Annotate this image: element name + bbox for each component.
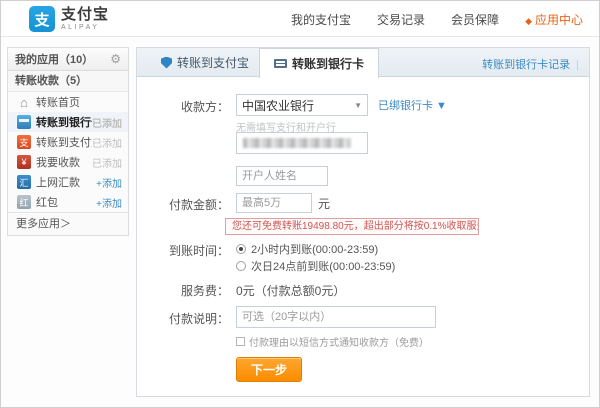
fee-notice: 您还可免费转账19498.80元，超出部分将按0.1%收取服务费，最低为1元。 — [225, 218, 479, 235]
sidebar: 我的应用（10） ⚙ 转账收款（5） ⌂ 转账首页 转账到银行卡 已添加 支 转… — [7, 47, 129, 236]
tab-transfer-to-bank-card[interactable]: 转账到银行卡 — [259, 48, 379, 78]
red-packet-icon: 红 — [17, 195, 31, 209]
tab-bar: 转账到支付宝 转账到银行卡 转账到银行卡记录| — [137, 48, 589, 77]
sidebar-section-title: 转账收款（5） — [8, 71, 128, 92]
sms-notify-checkbox[interactable]: 付款理由以短信方式通知收款方（免费） — [236, 334, 581, 349]
alipay-transfer-icon: 支 — [17, 135, 31, 149]
diamond-icon: ◆ — [525, 16, 532, 26]
nav-my-alipay[interactable]: 我的支付宝 — [291, 11, 351, 28]
home-icon: ⌂ — [17, 95, 31, 109]
nav-transaction-records[interactable]: 交易记录 — [377, 11, 425, 28]
gear-icon[interactable]: ⚙ — [110, 52, 121, 66]
card-icon — [274, 59, 287, 68]
amount-input[interactable] — [236, 193, 312, 213]
memo-input[interactable] — [236, 306, 436, 328]
chevron-down-icon: ▼ — [354, 101, 362, 110]
sidebar-item-red-packet[interactable]: 红 红包 +添加 — [8, 192, 128, 212]
radio-unselected-icon — [236, 261, 246, 271]
sidebar-item-online-remit[interactable]: 汇 上网汇款 +添加 — [8, 172, 128, 192]
sidebar-item-transfer-to-bank-card[interactable]: 转账到银行卡 已添加 — [8, 112, 128, 132]
online-remit-icon: 汇 — [17, 175, 31, 189]
bank-card-icon — [17, 115, 31, 129]
logo-brand-text: 支付宝 — [61, 7, 109, 22]
radio-selected-icon — [236, 244, 246, 254]
sidebar-item-transfer-to-alipay[interactable]: 支 转账到支付宝 已添加 — [8, 132, 128, 152]
bank-card-records-link[interactable]: 转账到银行卡记录| — [482, 56, 579, 72]
top-header: 支 支付宝 ALIPAY 我的支付宝 交易记录 会员保障 ◆应用中心 — [1, 1, 599, 37]
logo-sub-text: ALIPAY — [61, 24, 109, 31]
account-number-input[interactable] — [236, 132, 368, 154]
collect-money-icon: ¥ — [17, 155, 31, 169]
arrival-option-next-day[interactable]: 次日24点前到账(00:00-23:59) — [236, 258, 581, 273]
amount-unit: 元 — [318, 195, 330, 212]
nav-member-protection[interactable]: 会员保障 — [451, 11, 499, 28]
nav-app-center[interactable]: ◆应用中心 — [525, 11, 583, 28]
bound-cards-link[interactable]: 已绑银行卡 ▼ — [378, 97, 447, 113]
service-fee-value: 0元（付款总额0元） — [236, 282, 581, 299]
sidebar-item-collect-money[interactable]: ¥ 我要收款 已添加 — [8, 152, 128, 172]
top-nav: 我的支付宝 交易记录 会员保障 ◆应用中心 — [291, 1, 583, 37]
memo-label: 付款说明： — [137, 310, 229, 327]
next-step-button[interactable]: 下一步 — [236, 357, 302, 382]
transfer-panel: 转账到支付宝 转账到银行卡 转账到银行卡记录| 收款方： 中国农业银行 ▼ 已绑… — [136, 47, 590, 397]
arrival-time-label: 到账时间： — [137, 242, 229, 259]
sidebar-title: 我的应用（10） — [15, 51, 93, 67]
divider: | — [576, 59, 579, 71]
alipay-logo-icon: 支 — [29, 6, 55, 32]
alipay-logo[interactable]: 支 支付宝 ALIPAY — [29, 6, 109, 32]
payee-name-input[interactable] — [236, 166, 328, 186]
shield-icon — [161, 57, 172, 69]
amount-label: 付款金额： — [137, 196, 229, 213]
account-number-redacted — [243, 138, 351, 148]
payee-label: 收款方： — [137, 98, 229, 115]
checkbox-icon — [236, 337, 245, 346]
bank-select[interactable]: 中国农业银行 ▼ — [236, 94, 368, 116]
sidebar-item-transfer-home[interactable]: ⌂ 转账首页 — [8, 92, 128, 112]
arrival-option-2h[interactable]: 2小时内到账(00:00-23:59) — [236, 241, 581, 256]
sidebar-more-apps[interactable]: 更多应用＞ — [8, 212, 128, 235]
alipay-transfer-page: 支 支付宝 ALIPAY 我的支付宝 交易记录 会员保障 ◆应用中心 我的应用（… — [0, 0, 600, 408]
tab-transfer-to-alipay[interactable]: 转账到支付宝 — [147, 48, 263, 77]
service-fee-label: 服务费： — [137, 282, 229, 299]
